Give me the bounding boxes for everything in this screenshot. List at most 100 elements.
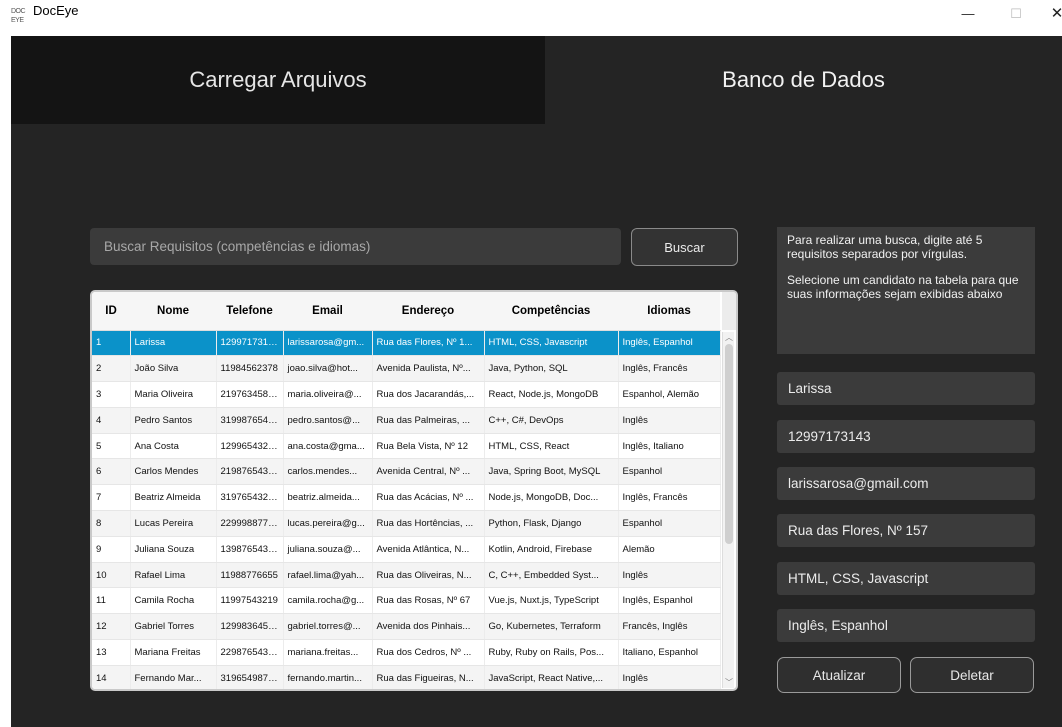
table-cell: Rua das Rosas, Nº 67 [372,587,485,615]
table-cell: fernando.martin... [283,665,373,689]
scrollbar-thumb[interactable] [725,344,733,544]
column-header-address[interactable]: Endereço [372,292,484,331]
table-cell: 21987654321 [216,458,284,486]
table-cell: Java, Spring Boot, MySQL [484,458,619,486]
table-row[interactable]: 10 Rafael Lima 11988776655 rafael.lima@yah.… [92,562,721,589]
table-cell: João Silva [130,355,217,383]
table-cell: Avenida Atlântica, N... [372,536,485,563]
table-cell: Ana Costa [130,433,217,460]
delete-button[interactable]: Deletar [910,657,1034,693]
address-field[interactable]: Rua das Flores, Nº 157 [777,514,1035,547]
table-cell: 13987654321 [216,536,284,563]
table-header-row: ID Nome Telefone Email Endereço Competên… [92,292,720,331]
column-header-phone[interactable]: Telefone [216,292,283,331]
table-row[interactable]: 11 Camila Rocha 11997543219 camila.rocha@g.… [92,587,721,615]
minimize-button[interactable]: — [956,4,980,24]
column-header-email[interactable]: Email [283,292,372,331]
table-cell: Rua das Hortências, ... [372,510,485,537]
table-cell: Rua dos Cedros, Nº ... [372,639,485,666]
table-cell: juliana.souza@... [283,536,373,563]
table-cell: Rafael Lima [130,562,217,589]
table-row[interactable]: 8 Lucas Pereira 22999887766 lucas.pereira@g… [92,510,721,537]
column-header-name[interactable]: Nome [130,292,216,331]
table-cell: 12997173143 [216,330,284,357]
table-cell: Python, Flask, Django [484,510,619,537]
table-row[interactable]: 12 Gabriel Torres 12998364587 gabriel.torre… [92,613,721,641]
table-cell: Inglês, Espanhol [618,587,721,615]
table-body: 1 Larissa 12997173143 larissarosa@gm... Rua … [92,330,721,689]
table-cell: 6 [92,458,131,486]
column-header-languages[interactable]: Idiomas [618,292,720,331]
table-cell: maria.oliveira@... [283,381,373,408]
window-title: DocEye [33,3,79,18]
table-cell: Mariana Freitas [130,639,217,666]
table-row[interactable]: 9 Juliana Souza 13987654321 juliana.souza@.… [92,536,721,563]
table-row[interactable]: 4 Pedro Santos 31998765432 pedro.santos@...… [92,407,721,434]
table-cell: pedro.santos@... [283,407,373,434]
name-field[interactable]: Larissa [777,372,1035,405]
window-title-bar: DOC EYE DocEye — ☐ ✕ [0,0,1062,36]
table-row[interactable]: 7 Beatriz Almeida 31976543210 beatriz.almei… [92,484,721,512]
table-cell: 11 [92,587,131,615]
table-cell: 4 [92,407,131,434]
table-cell: Alemão [618,536,721,563]
app-content: Carregar Arquivos Banco de Dados Buscar … [11,36,1062,727]
search-input[interactable] [90,228,621,265]
table-cell: Inglês, Francês [618,355,721,383]
table-cell: 9 [92,536,131,563]
table-cell: Inglês, Francês [618,484,721,512]
table-cell: Inglês, Italiano [618,433,721,460]
table-cell: 12996543218 [216,433,284,460]
update-button[interactable]: Atualizar [777,657,901,693]
table-row[interactable]: 1 Larissa 12997173143 larissarosa@gm... Rua … [92,330,721,357]
search-button[interactable]: Buscar [631,228,738,266]
table-row[interactable]: 2 João Silva 11984562378 joao.silva@hot... A… [92,355,721,383]
table-row[interactable]: 3 Maria Oliveira 21976345812 maria.oliveira… [92,381,721,408]
table-cell: 12998364587 [216,613,284,641]
table-cell: 8 [92,510,131,537]
table-cell: 3 [92,381,131,408]
email-field[interactable]: larissarosa@gmail.com [777,467,1035,500]
table-cell: 13 [92,639,131,666]
maximize-button[interactable]: ☐ [1004,4,1028,24]
column-header-skills[interactable]: Competências [484,292,618,331]
scrollbar-corner [722,292,736,330]
table-row[interactable]: 5 Ana Costa 12996543218 ana.costa@gma... Rua… [92,433,721,460]
table-cell: Carlos Mendes [130,458,217,486]
table-row[interactable]: 14 Fernando Mar... 31965498721 fernando.mar… [92,665,721,689]
table-cell: 31998765432 [216,407,284,434]
table-cell: Avenida Central, Nº ... [372,458,485,486]
scroll-down-icon[interactable]: ﹀ [723,677,735,688]
table-cell: Ruby, Ruby on Rails, Pos... [484,639,619,666]
table-cell: HTML, CSS, Javascript [484,330,619,357]
table-cell: Lucas Pereira [130,510,217,537]
table-cell: HTML, CSS, React [484,433,619,460]
scroll-up-icon[interactable]: ︿ [723,332,735,343]
close-button[interactable]: ✕ [1045,4,1062,24]
tab-upload-files[interactable]: Carregar Arquivos [11,36,545,124]
languages-field[interactable]: Inglês, Espanhol [777,609,1035,642]
column-header-id[interactable]: ID [92,292,130,331]
table-cell: 7 [92,484,131,512]
table-row[interactable]: 13 Mariana Freitas 22987654333 mariana.frei… [92,639,721,666]
table-cell: Italiano, Espanhol [618,639,721,666]
skills-field[interactable]: HTML, CSS, Javascript [777,562,1035,595]
table-cell: Inglês [618,562,721,589]
tab-database[interactable]: Banco de Dados [545,36,1062,124]
table-cell: Espanhol [618,458,721,486]
table-cell: 2 [92,355,131,383]
help-text-box: Para realizar uma busca, digite até 5 re… [777,227,1035,354]
table-cell: 10 [92,562,131,589]
table-row[interactable]: 6 Carlos Mendes 21987654321 carlos.mendes..… [92,458,721,486]
table-cell: Avenida Paulista, Nº... [372,355,485,383]
vertical-scrollbar[interactable]: ︿ ﹀ [722,332,734,688]
candidates-table: ID Nome Telefone Email Endereço Competên… [90,290,738,691]
table-cell: Go, Kubernetes, Terraform [484,613,619,641]
table-cell: C++, C#, DevOps [484,407,619,434]
table-cell: Rua dos Jacarandás,... [372,381,485,408]
phone-field[interactable]: 12997173143 [777,420,1035,453]
table-cell: Espanhol [618,510,721,537]
table-cell: Camila Rocha [130,587,217,615]
table-cell: Rua das Palmeiras, ... [372,407,485,434]
table-cell: React, Node.js, MongoDB [484,381,619,408]
